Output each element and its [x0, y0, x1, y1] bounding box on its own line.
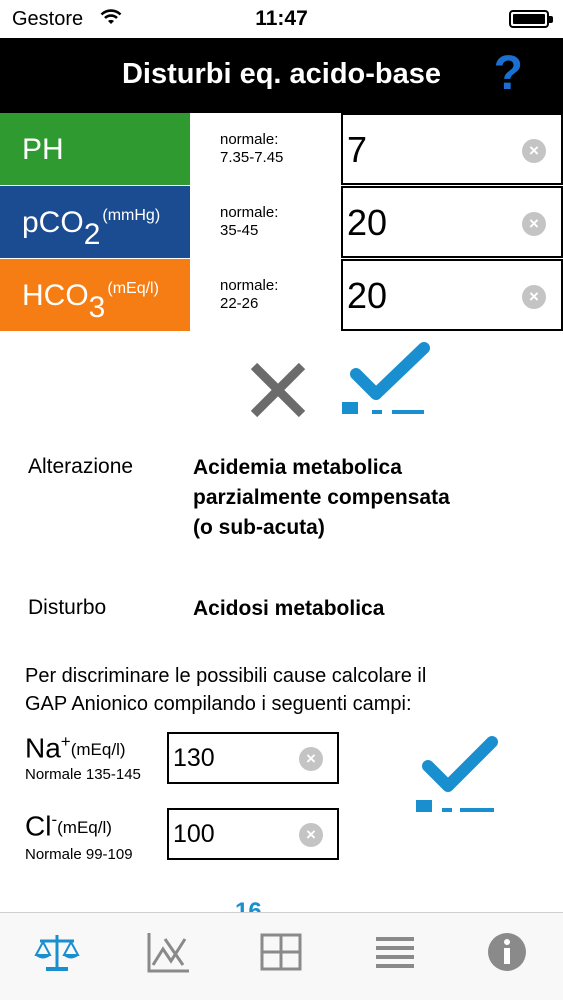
calculate-button[interactable]	[340, 340, 432, 420]
clear-all-button[interactable]	[246, 358, 310, 422]
alterazione-line-1: Acidemia metabolica	[193, 456, 402, 479]
cl-unit: (mEq/l)	[57, 818, 112, 838]
ph-label-text: PH	[22, 133, 64, 166]
pco2-label-text: pCO	[22, 206, 84, 239]
disturbo-label: Disturbo	[28, 596, 107, 619]
info-icon[interactable]	[482, 927, 532, 977]
pco2-input[interactable]: 20 ×	[341, 186, 563, 258]
disturbo-value: Acidosi metabolica	[193, 597, 385, 620]
page-title: Disturbi eq. acido-base	[121, 58, 442, 90]
status-bar: Gestore 11:47	[0, 0, 563, 38]
cl-input-value: 100	[173, 820, 215, 848]
hco3-normal-value: 22-26	[220, 295, 259, 312]
ph-clear-icon[interactable]: ×	[522, 139, 546, 163]
chart-icon[interactable]	[143, 927, 193, 977]
cl-normal-range: Normale 99-109	[25, 846, 133, 863]
pco2-clear-icon[interactable]: ×	[522, 212, 546, 236]
hco3-label: HCO3(mEq/l)	[0, 259, 190, 331]
alterazione-line-2: parzialmente compensata	[193, 486, 450, 509]
na-clear-icon[interactable]: ×	[299, 747, 323, 771]
alterazione-line-3: (o sub-acuta)	[193, 516, 325, 539]
pco2-label-unit: (mmHg)	[102, 207, 161, 224]
ph-normal-range: normale: 7.35-7.45	[220, 131, 330, 167]
help-icon[interactable]: ?	[494, 46, 523, 101]
instructions-line-2: GAP Anionico compilando i seguenti campi…	[25, 693, 412, 715]
grid-icon[interactable]	[256, 927, 306, 977]
ph-normal-title: normale:	[220, 131, 279, 148]
hco3-label-unit: (mEq/l)	[107, 280, 159, 297]
cl-ion: Cl	[25, 810, 52, 842]
scale-icon[interactable]	[32, 927, 82, 977]
ph-row: PH normale: 7.35-7.45 7 ×	[0, 113, 563, 185]
nav-header: Disturbi eq. acido-base ?	[0, 38, 563, 113]
na-charge: +	[60, 732, 71, 751]
hco3-clear-icon[interactable]: ×	[522, 285, 546, 309]
pco2-normal-title: normale:	[220, 204, 279, 221]
cl-clear-icon[interactable]: ×	[299, 823, 323, 847]
alterazione-label: Alterazione	[28, 455, 134, 478]
na-normal-range: Normale 135-145	[25, 766, 141, 783]
hco3-label-sub: 3	[88, 291, 106, 324]
na-input-value: 130	[173, 744, 215, 772]
cl-input[interactable]: 100 ×	[167, 808, 339, 860]
na-label: Na+(mEq/l)	[25, 732, 126, 764]
battery-icon	[509, 10, 553, 28]
gap-result-value: 16	[235, 898, 262, 912]
ph-label: PH	[0, 113, 190, 185]
tab-bar	[0, 912, 563, 1000]
hco3-normal-range: normale: 22-26	[220, 277, 330, 313]
pco2-normal-value: 35-45	[220, 222, 259, 239]
ph-input[interactable]: 7 ×	[341, 113, 563, 185]
hco3-row: HCO3(mEq/l) normale: 22-26 20 ×	[0, 259, 563, 331]
alterazione-value: Acidemia metabolica parzialmente compens…	[193, 453, 450, 543]
calculate-gap-button[interactable]	[414, 732, 500, 816]
pco2-normal-range: normale: 35-45	[220, 204, 330, 240]
list-icon[interactable]	[370, 927, 420, 977]
na-ion: Na	[25, 732, 61, 764]
clock: 11:47	[255, 7, 308, 30]
instructions-line-1: Per discriminare le possibili cause calc…	[25, 665, 427, 687]
hco3-input[interactable]: 20 ×	[341, 259, 563, 331]
pco2-label: pCO2(mmHg)	[0, 186, 190, 258]
ph-normal-value: 7.35-7.45	[220, 149, 284, 166]
hco3-label-text: HCO	[22, 279, 89, 312]
cl-label: Cl-(mEq/l)	[25, 810, 112, 842]
na-input[interactable]: 130 ×	[167, 732, 339, 784]
gap-instructions: Per discriminare le possibili cause calc…	[25, 662, 545, 718]
pco2-row: pCO2(mmHg) normale: 35-45 20 ×	[0, 186, 563, 258]
pco2-label-sub: 2	[83, 218, 101, 251]
hco3-input-value: 20	[347, 275, 388, 316]
na-unit: (mEq/l)	[70, 740, 126, 760]
pco2-input-value: 20	[347, 202, 388, 243]
hco3-normal-title: normale:	[220, 277, 279, 294]
ph-input-value: 7	[347, 129, 368, 170]
